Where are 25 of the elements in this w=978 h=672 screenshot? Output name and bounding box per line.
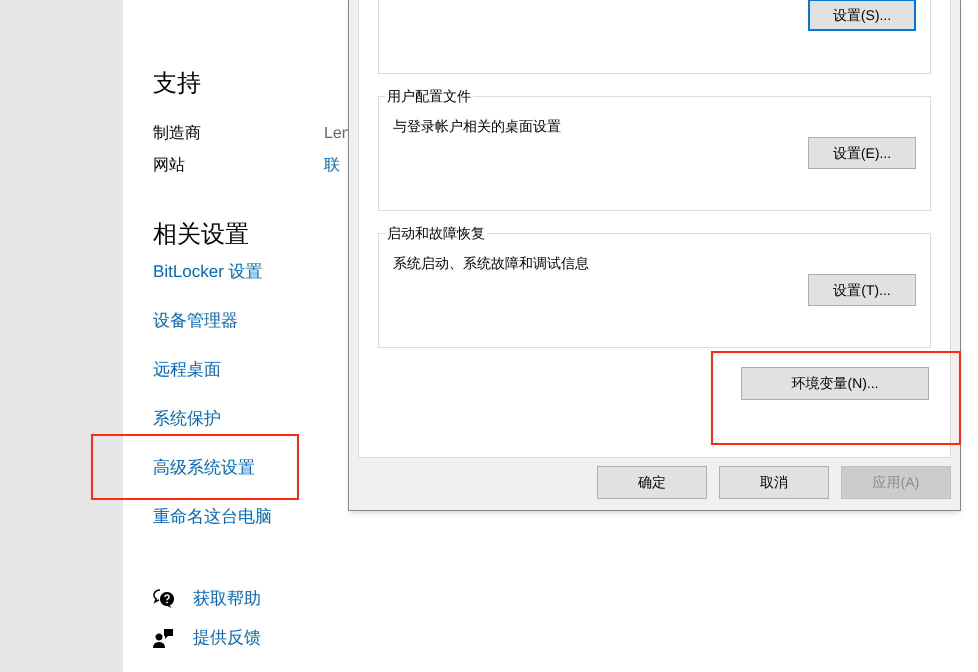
section-heading: 支持 xyxy=(153,69,201,99)
group-description: 与登录帐户相关的桌面设置 xyxy=(393,117,562,136)
environment-variables-button[interactable]: 环境变量(N)... xyxy=(741,367,929,400)
settings-link[interactable]: 远程桌面 xyxy=(153,356,221,383)
group-description: 系统启动、系统故障和调试信息 xyxy=(393,254,590,273)
website-link[interactable]: 联 xyxy=(324,153,340,179)
info-label: 制造商 xyxy=(153,124,202,144)
settings-link[interactable]: BitLocker 设置 xyxy=(153,258,263,285)
help-link[interactable]: 获取帮助 xyxy=(193,586,261,612)
info-label: 网站 xyxy=(153,156,186,176)
settings-link[interactable]: 系统保护 xyxy=(153,405,221,432)
settings-link[interactable]: 设备管理器 xyxy=(153,307,238,334)
chat-question-icon xyxy=(153,589,175,609)
dialog-button[interactable]: 取消 xyxy=(719,466,829,499)
person-speech-icon xyxy=(153,628,175,648)
settings-button[interactable]: 设置(E)... xyxy=(808,137,916,169)
group-title: 用户配置文件 xyxy=(386,88,472,104)
settings-button[interactable]: 设置(S)... xyxy=(808,0,916,31)
settings-link[interactable]: 高级系统设置 xyxy=(153,454,255,481)
section-heading: 相关设置 xyxy=(153,220,249,250)
dialog-button[interactable]: 确定 xyxy=(597,466,707,499)
group-title: 启动和故障恢复 xyxy=(386,225,486,241)
settings-link[interactable]: 重命名这台电脑 xyxy=(153,503,272,530)
settings-button[interactable]: 设置(T)... xyxy=(808,274,916,306)
help-link[interactable]: 提供反馈 xyxy=(193,625,261,651)
